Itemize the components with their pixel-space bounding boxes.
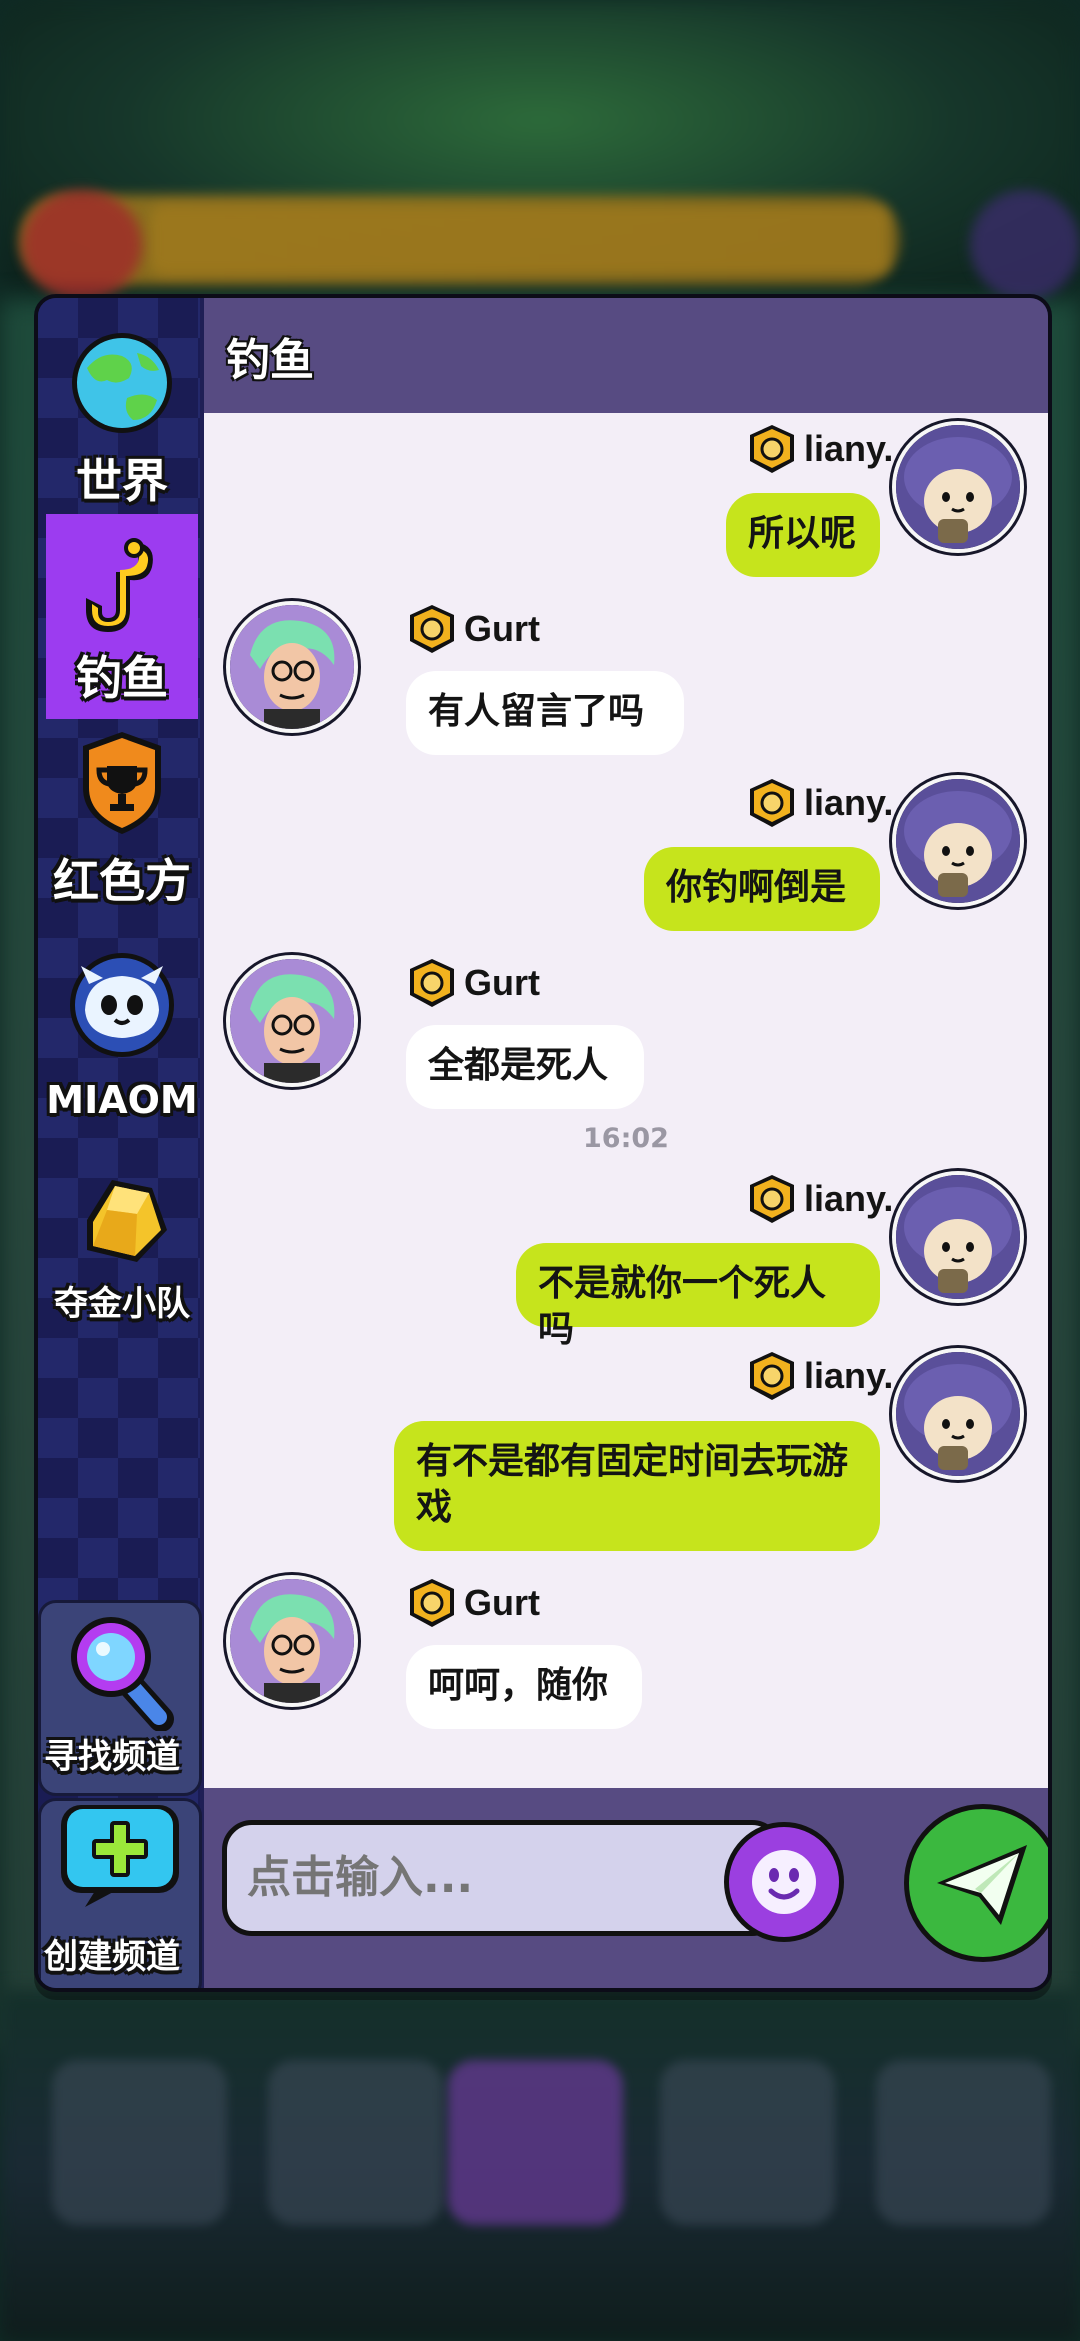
sender-row: liany. bbox=[744, 775, 893, 831]
chat-plus-icon bbox=[61, 1805, 179, 1907]
background-nav-slot bbox=[52, 2060, 227, 2225]
sender-row: Gurt bbox=[404, 1575, 540, 1631]
sender-row: liany. bbox=[744, 1348, 893, 1404]
message-input[interactable] bbox=[245, 1851, 729, 1904]
avatar-gurt[interactable] bbox=[226, 1575, 358, 1707]
send-button[interactable] bbox=[904, 1804, 1048, 1962]
mushroom-avatar-icon bbox=[896, 779, 1020, 903]
sender-row: Gurt bbox=[404, 955, 540, 1011]
background-round-button bbox=[970, 190, 1080, 300]
rank-badge-icon bbox=[410, 605, 454, 653]
avatar-liany[interactable] bbox=[892, 1348, 1024, 1480]
emoji-button[interactable] bbox=[724, 1822, 844, 1942]
sender-name: Gurt bbox=[464, 608, 540, 649]
avatar-liany[interactable] bbox=[892, 1171, 1024, 1303]
message-bubble-mine[interactable]: 不是就你一个死人吗 bbox=[516, 1243, 880, 1350]
message-bubble-mine[interactable]: 所以呢 bbox=[726, 493, 880, 577]
sender-name: Gurt bbox=[464, 962, 540, 1003]
channel-tab-label: MIAOM bbox=[46, 1078, 198, 1122]
avatar-liany[interactable] bbox=[892, 775, 1024, 907]
message-bubble-theirs[interactable]: 全都是死人 bbox=[406, 1025, 644, 1109]
chat-composer bbox=[204, 1788, 1048, 1988]
channel-tab-label: 钓鱼 bbox=[76, 651, 168, 705]
message-bubble-mine[interactable]: 你钓啊倒是 bbox=[644, 847, 880, 931]
sender-name: liany. bbox=[804, 1178, 894, 1219]
channel-tab-label: 世界 bbox=[76, 454, 168, 508]
paper-plane-icon bbox=[937, 1845, 1027, 1925]
sender-name: Gurt bbox=[464, 1582, 540, 1623]
avatar-gurt[interactable] bbox=[226, 601, 358, 733]
chat-panel: 世界 钓鱼 红色方 MIAOM 夺金小队 寻找频道 创建频道 钓鱼 liany.… bbox=[34, 294, 1052, 1992]
channel-sidebar: 世界 钓鱼 红色方 MIAOM 夺金小队 寻找频道 创建频道 bbox=[38, 298, 202, 1988]
find-channel-button[interactable]: 寻找频道 bbox=[38, 1600, 202, 1796]
channel-tab-label: 夺金小队 bbox=[54, 1284, 190, 1324]
chat-title: 钓鱼 bbox=[226, 335, 314, 386]
rank-badge-icon bbox=[750, 779, 794, 827]
background-nav-slot bbox=[448, 2060, 623, 2225]
channel-tab-label: 红色方 bbox=[53, 854, 191, 908]
chat-message-list[interactable]: liany. 所以呢 Gurt 有人留言了吗 liany. 你钓啊倒是 Gurt… bbox=[204, 413, 1048, 1788]
magnifier-icon bbox=[71, 1617, 174, 1731]
ghost-cat-icon bbox=[70, 953, 174, 1057]
gold-nugget-icon bbox=[87, 1180, 167, 1262]
avatar-gurt[interactable] bbox=[226, 955, 358, 1087]
message-bubble-mine[interactable]: 有不是都有固定时间去玩游戏 bbox=[394, 1421, 880, 1551]
sender-name: liany. bbox=[804, 1355, 894, 1396]
doctor-avatar-icon bbox=[230, 959, 354, 1083]
channel-tab-miaom[interactable]: MIAOM bbox=[46, 940, 198, 1145]
sender-row: Gurt bbox=[404, 601, 540, 657]
avatar-liany[interactable] bbox=[892, 421, 1024, 553]
mushroom-avatar-icon bbox=[896, 1175, 1020, 1299]
sender-row: liany. bbox=[744, 1171, 893, 1227]
rank-badge-icon bbox=[750, 425, 794, 473]
mushroom-avatar-icon bbox=[896, 1352, 1020, 1476]
background-nav-slot bbox=[876, 2060, 1051, 2225]
rank-badge-icon bbox=[750, 1352, 794, 1400]
channel-tab-fishing[interactable]: 钓鱼 bbox=[46, 514, 198, 719]
channel-tab-gold-squad[interactable]: 夺金小队 bbox=[46, 1156, 198, 1361]
channel-tab-red-team[interactable]: 红色方 bbox=[46, 728, 198, 933]
background-level-badge bbox=[22, 190, 142, 300]
rank-badge-icon bbox=[750, 1175, 794, 1223]
mushroom-avatar-icon bbox=[896, 425, 1020, 549]
chat-header: 钓鱼 bbox=[204, 298, 1048, 413]
create-channel-button[interactable]: 创建频道 bbox=[38, 1798, 202, 1988]
background-nav-slot bbox=[268, 2060, 443, 2225]
find-channel-label: 寻找频道 bbox=[44, 1737, 180, 1777]
background-banner-inner bbox=[150, 205, 890, 275]
trophy-shield-icon bbox=[83, 732, 161, 834]
create-channel-label: 创建频道 bbox=[44, 1937, 180, 1977]
smiley-icon bbox=[752, 1850, 816, 1914]
doctor-avatar-icon bbox=[230, 605, 354, 729]
sender-name: liany. bbox=[804, 428, 894, 469]
message-bubble-theirs[interactable]: 呵呵，随你 bbox=[406, 1645, 642, 1729]
sender-row: liany. bbox=[744, 421, 893, 477]
channel-tab-world[interactable]: 世界 bbox=[46, 318, 198, 523]
rank-badge-icon bbox=[410, 1579, 454, 1627]
globe-icon bbox=[72, 333, 172, 433]
sender-name: liany. bbox=[804, 782, 894, 823]
rank-badge-icon bbox=[410, 959, 454, 1007]
fishing-hook-icon bbox=[86, 538, 153, 632]
background-nav-slot bbox=[660, 2060, 835, 2225]
message-timestamp: 16:02 bbox=[583, 1123, 669, 1154]
message-input-box[interactable] bbox=[222, 1820, 782, 1936]
doctor-avatar-icon bbox=[230, 1579, 354, 1703]
message-bubble-theirs[interactable]: 有人留言了吗 bbox=[406, 671, 684, 755]
